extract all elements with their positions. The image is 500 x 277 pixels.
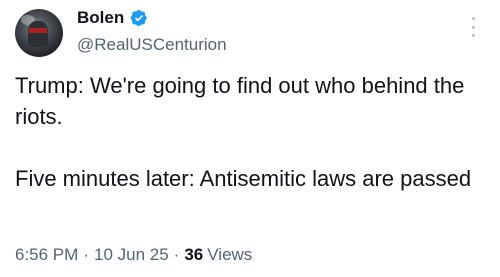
- avatar[interactable]: [15, 9, 63, 57]
- more-dot: [471, 34, 475, 37]
- views-label[interactable]: Views: [207, 245, 252, 265]
- tweet-meta: 6:56 PM · 10 Jun 25 · 36 Views: [15, 245, 252, 265]
- verified-badge-icon[interactable]: [130, 9, 148, 27]
- tweet-text: Trump: We're going to find out who behin…: [15, 70, 485, 194]
- meta-separator: ·: [83, 245, 89, 264]
- tweet-time[interactable]: 6:56 PM: [15, 245, 78, 265]
- avatar-figure: [28, 21, 48, 47]
- more-dot: [471, 25, 475, 29]
- author-name-row: Bolen: [77, 8, 148, 28]
- author-display-name[interactable]: Bolen: [77, 8, 124, 28]
- more-dot: [471, 17, 475, 20]
- meta-separator: ·: [173, 245, 180, 264]
- more-options-icon[interactable]: [469, 17, 477, 37]
- tweet-paragraph: Trump: We're going to find out who behin…: [15, 73, 465, 129]
- author-handle[interactable]: @RealUSCenturion: [77, 35, 227, 55]
- tweet-paragraph: Five minutes later: Antisemitic laws are…: [15, 166, 472, 191]
- views-count[interactable]: 36: [184, 245, 203, 265]
- tweet-date[interactable]: 10 Jun 25: [94, 245, 169, 265]
- avatar-band: [29, 28, 47, 33]
